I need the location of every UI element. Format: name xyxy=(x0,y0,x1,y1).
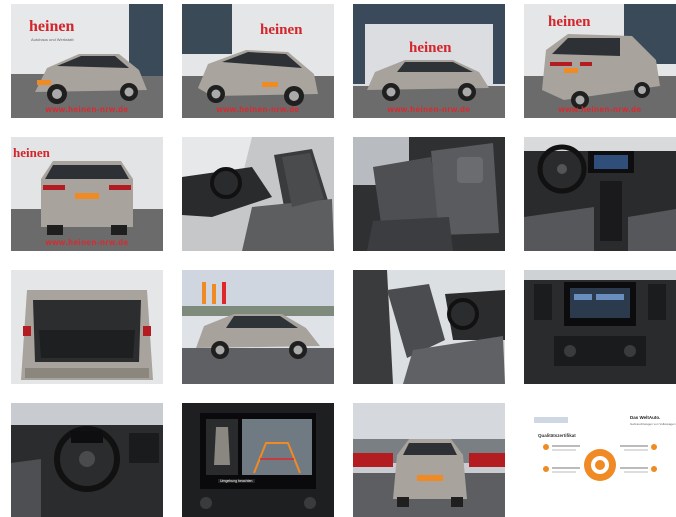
thumb-cockpit[interactable] xyxy=(524,137,676,251)
thumb-exterior-rear[interactable]: heinen www.heinen-nrw.de xyxy=(11,137,163,251)
car-side-image xyxy=(353,4,505,118)
thumb-interior-front-seats[interactable] xyxy=(353,270,505,384)
watermark-url: www.heinen-nrw.de xyxy=(387,105,471,114)
interior-front-seats-image xyxy=(353,270,505,384)
camera-warning-text: Umgebung beachten xyxy=(218,479,255,483)
thumb-exterior-front[interactable] xyxy=(353,403,505,517)
thumb-exterior-side-lot[interactable] xyxy=(182,270,334,384)
thumb-exterior-front-left[interactable]: heinen Autohaus und Werkstatt www.heinen… xyxy=(11,4,163,118)
rear-camera-display-image xyxy=(182,403,334,517)
dealer-logo-subtitle: Autohaus und Werkstatt xyxy=(31,37,74,42)
thumb-interior-driver[interactable] xyxy=(182,137,334,251)
watermark-url: www.heinen-nrw.de xyxy=(558,105,642,114)
dealer-logo: heinen xyxy=(409,40,452,56)
watermark-url: www.heinen-nrw.de xyxy=(45,238,129,247)
interior-rear-seats-image xyxy=(353,137,505,251)
watermark-url: www.heinen-nrw.de xyxy=(216,105,300,114)
dealer-logo: heinen xyxy=(13,145,50,160)
thumb-exterior-front-right[interactable]: heinen www.heinen-nrw.de xyxy=(182,4,334,118)
photo-gallery-grid: heinen Autohaus und Werkstatt www.heinen… xyxy=(11,4,676,517)
interior-driver-image xyxy=(182,137,334,251)
thumb-rear-camera[interactable]: Umgebung beachten xyxy=(182,403,334,517)
certificate-brand-subtitle: Gebrauchtwagen von Volkswagen xyxy=(630,422,676,426)
thumb-infotainment[interactable] xyxy=(524,270,676,384)
dealer-logo: heinen xyxy=(29,18,75,35)
car-rear-right-image xyxy=(524,4,676,118)
car-front-right-image xyxy=(182,4,334,118)
quality-certificate-image xyxy=(524,403,676,517)
dashboard-image xyxy=(11,403,163,517)
trunk-image xyxy=(11,270,163,384)
thumb-dashboard[interactable] xyxy=(11,403,163,517)
dealer-logo: heinen xyxy=(548,14,591,30)
dealer-logo: heinen xyxy=(260,22,303,38)
thumb-trunk[interactable] xyxy=(11,270,163,384)
car-side-lot-image xyxy=(182,270,334,384)
infotainment-image xyxy=(524,270,676,384)
car-front-image xyxy=(353,403,505,517)
thumb-exterior-side[interactable]: heinen www.heinen-nrw.de xyxy=(353,4,505,118)
cockpit-image xyxy=(524,137,676,251)
thumb-exterior-rear-right[interactable]: heinen www.heinen-nrw.de xyxy=(524,4,676,118)
thumb-quality-certificate[interactable]: Qualitätszertifikat Das WeltAuto. Gebrau… xyxy=(524,403,676,517)
certificate-brand-logo: Das WeltAuto. xyxy=(630,415,661,420)
watermark-url: www.heinen-nrw.de xyxy=(45,105,129,114)
thumb-interior-rear-seats[interactable] xyxy=(353,137,505,251)
certificate-title: Qualitätszertifikat xyxy=(538,433,576,438)
